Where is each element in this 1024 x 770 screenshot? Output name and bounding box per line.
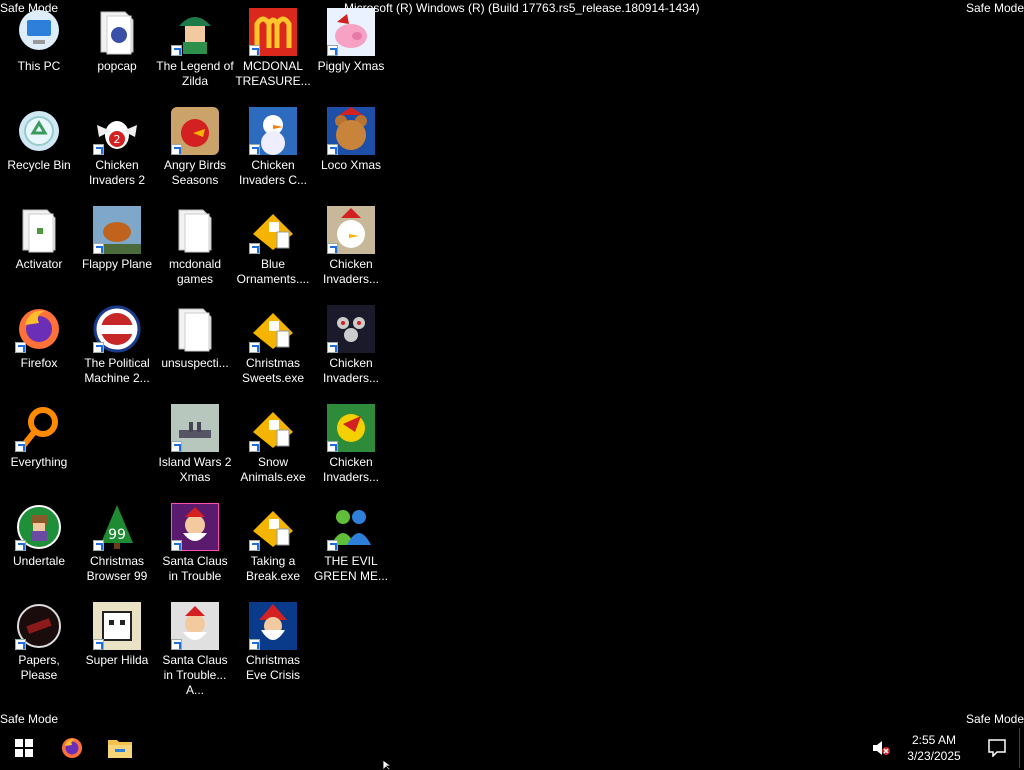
desktop-icon-activator[interactable]: Activator <box>0 206 78 272</box>
show-desktop-divider[interactable] <box>1019 728 1020 768</box>
desktop-icon-popcap[interactable]: popcap <box>78 8 156 74</box>
safe-mode-label-bottom-left: Safe Mode <box>0 712 59 726</box>
desktop-icon-chicken-invaders-ultimate[interactable]: Chicken Invaders... <box>312 305 390 386</box>
desktop-icon-evil-green-messenger[interactable]: THE EVIL GREEN ME... <box>312 503 390 584</box>
clock-time: 2:55 AM <box>911 733 957 747</box>
volume-muted-icon <box>873 741 890 755</box>
christmas-browser-icon: 99 <box>93 503 141 551</box>
safe-mode-label-top-right: Safe Mode <box>965 1 1024 15</box>
teddy-bear-icon <box>327 107 375 155</box>
political-machine-icon <box>93 305 141 353</box>
exe-icon <box>249 206 297 254</box>
desktop-icon-everything[interactable]: Everything <box>0 404 78 470</box>
desktop-icon-recycle-bin[interactable]: Recycle Bin <box>0 107 78 173</box>
desktop-icon-island-wars[interactable]: Island Wars 2 Xmas <box>156 404 234 485</box>
piggly-icon <box>327 8 375 56</box>
action-center-button[interactable] <box>975 728 1019 768</box>
start-button[interactable] <box>0 728 48 768</box>
santa-claus-icon <box>171 602 219 650</box>
angry-birds-icon <box>171 107 219 155</box>
desktop-icon-snow-animals[interactable]: Snow Animals.exe <box>234 404 312 485</box>
exe-icon <box>249 404 297 452</box>
windows-start-icon <box>15 739 33 757</box>
undertale-icon <box>15 503 63 551</box>
taskbar-clock[interactable]: 2:55 AM 3/23/2025 <box>893 732 975 764</box>
desktop-icon-christmas-browser[interactable]: 99 Christmas Browser 99 <box>78 503 156 584</box>
chicken-invaders-icon <box>327 305 375 353</box>
desktop-icon-legend-of-zilda[interactable]: The Legend of Zilda <box>156 8 234 89</box>
taskbar: 2:55 AM 3/23/2025 <box>0 728 1024 768</box>
snowman-icon <box>249 107 297 155</box>
messenger-icon <box>327 503 375 551</box>
this-pc-icon <box>15 8 63 56</box>
island-wars-icon <box>171 404 219 452</box>
desktop-icon-undertale[interactable]: Undertale <box>0 503 78 569</box>
desktop-icon-blue-ornaments[interactable]: Blue Ornaments.... <box>234 206 312 287</box>
chicken-invaders-2-icon: 2 <box>93 107 141 155</box>
svg-text:99: 99 <box>108 527 126 543</box>
exe-icon <box>249 305 297 353</box>
desktop: This PC Recycle Bin Activator Firefox Ev… <box>0 0 400 700</box>
legend-of-zilda-icon <box>171 8 219 56</box>
recycle-bin-icon <box>15 107 63 155</box>
firefox-icon <box>62 738 82 758</box>
clock-date: 3/23/2025 <box>907 749 961 763</box>
chicken-invaders-icon <box>327 404 375 452</box>
chicken-invaders-icon <box>327 206 375 254</box>
super-hilda-icon <box>93 602 141 650</box>
safe-mode-label-bottom-right: Safe Mode <box>965 712 1024 726</box>
system-tray: 2:55 AM 3/23/2025 <box>869 728 1024 768</box>
desktop-icon-piggly-xmas[interactable]: Piggly Xmas <box>312 8 390 74</box>
folder-icon <box>171 305 219 353</box>
desktop-icon-mcdonal-treasure[interactable]: MCDONAL TREASURE... <box>234 8 312 89</box>
flappy-plane-icon <box>93 206 141 254</box>
santa-claus-icon <box>171 503 219 551</box>
desktop-icon-mcdonald-games[interactable]: mcdonald games <box>156 206 234 287</box>
papers-please-icon <box>15 602 63 650</box>
exe-icon <box>249 503 297 551</box>
desktop-icon-this-pc[interactable]: This PC <box>0 8 78 74</box>
desktop-icon-christmas-sweets[interactable]: Christmas Sweets.exe <box>234 305 312 386</box>
action-center-icon <box>988 739 1006 757</box>
folder-icon <box>171 206 219 254</box>
desktop-icon-angry-birds-seasons[interactable]: Angry Birds Seasons <box>156 107 234 188</box>
folder-icon <box>93 8 141 56</box>
taskbar-file-explorer-button[interactable] <box>96 728 144 768</box>
file-explorer-icon <box>108 740 132 758</box>
desktop-icon-chicken-invaders-green[interactable]: Chicken Invaders... <box>312 404 390 485</box>
desktop-icon-unsuspecti[interactable]: unsuspecti... <box>156 305 234 371</box>
mcdonalds-icon <box>249 8 297 56</box>
firefox-icon <box>15 305 63 353</box>
desktop-icon-political-machine[interactable]: The Political Machine 2... <box>78 305 156 386</box>
everything-search-icon <box>15 404 63 452</box>
desktop-icon-papers-please[interactable]: Papers, Please <box>0 602 78 683</box>
desktop-icon-loco-xmas[interactable]: Loco Xmas <box>312 107 390 173</box>
desktop-icon-chicken-invaders-c[interactable]: Chicken Invaders C... <box>234 107 312 188</box>
desktop-icon-santa-claus-in-trouble[interactable]: Santa Claus in Trouble <box>156 503 234 584</box>
desktop-icon-taking-a-break[interactable]: Taking a Break.exe <box>234 503 312 584</box>
folder-icon <box>15 206 63 254</box>
mouse-cursor-icon <box>383 760 393 770</box>
svg-text:2: 2 <box>114 133 121 146</box>
volume-button[interactable] <box>869 728 893 768</box>
desktop-icon-super-hilda[interactable]: Super Hilda <box>78 602 156 668</box>
desktop-icon-christmas-eve-crisis[interactable]: Christmas Eve Crisis <box>234 602 312 683</box>
desktop-icon-flappy-plane[interactable]: Flappy Plane <box>78 206 156 272</box>
desktop-icon-chicken-invaders-xmas[interactable]: Chicken Invaders... <box>312 206 390 287</box>
taskbar-firefox-button[interactable] <box>48 728 96 768</box>
desktop-icon-santa-claus-in-trouble-a[interactable]: Santa Claus in Trouble... A... <box>156 602 234 698</box>
santa-icon <box>249 602 297 650</box>
desktop-icon-firefox[interactable]: Firefox <box>0 305 78 371</box>
desktop-icon-chicken-invaders-2[interactable]: 2 Chicken Invaders 2 <box>78 107 156 188</box>
